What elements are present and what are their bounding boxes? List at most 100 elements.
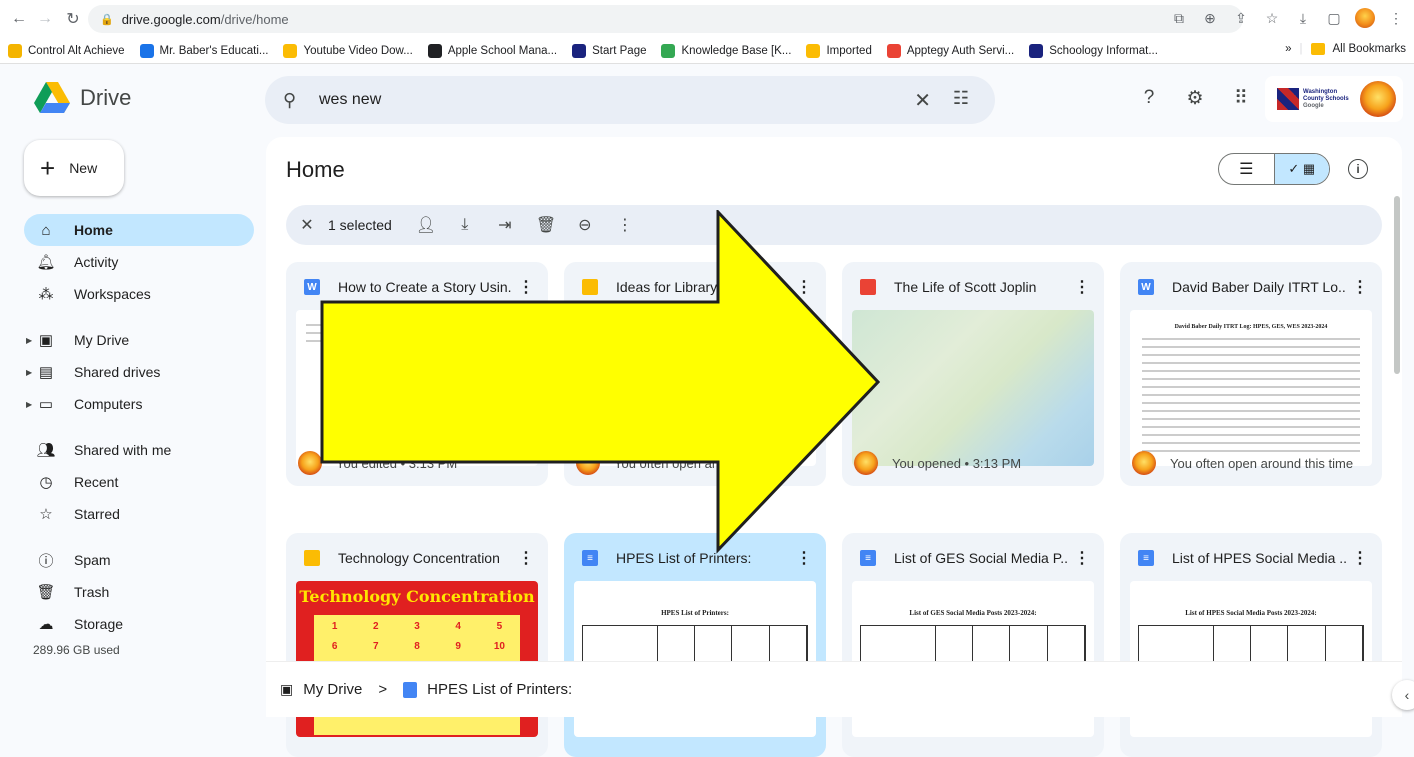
bookmark-label: Apptegy Auth Servi... bbox=[906, 44, 1015, 57]
shared-drives-icon: ▤ bbox=[38, 364, 54, 381]
search-icon[interactable]: ⚲ bbox=[283, 90, 305, 111]
user-avatar[interactable] bbox=[1360, 81, 1396, 117]
file-card[interactable]: W David Baber Daily ITRT Lo... ⋮ David Bab… bbox=[1120, 262, 1382, 486]
install-app-icon[interactable]: ⧉ bbox=[1169, 8, 1189, 28]
share-icon[interactable]: ⇪ bbox=[1231, 8, 1251, 28]
reload-icon[interactable]: ↻ bbox=[62, 8, 84, 30]
more-options-icon[interactable]: ⋮ bbox=[1074, 277, 1090, 297]
file-card[interactable]: ≡ List of HPES Social Media ... ⋮ List of … bbox=[1120, 533, 1382, 757]
word-doc-icon: W bbox=[1138, 279, 1154, 295]
search-bar[interactable]: ⚲ wes new ✕ ☷ bbox=[265, 76, 995, 124]
share-user-icon[interactable]: 👤︎ bbox=[416, 215, 436, 235]
trash-icon[interactable]: 🗑︎ bbox=[536, 215, 556, 235]
sidebar-item-workspaces[interactable]: ⁂ Workspaces bbox=[24, 278, 254, 310]
file-card[interactable]: Ideas for Library ⋮ You often open around… bbox=[564, 262, 826, 486]
list-view-icon[interactable]: ☰ bbox=[1219, 154, 1274, 184]
bookmark-item[interactable]: Start Page bbox=[572, 43, 646, 58]
sidebar-item-spam[interactable]: ⓘ Spam bbox=[24, 544, 254, 576]
link-icon[interactable]: ⊖ bbox=[576, 215, 594, 235]
settings-gear-icon[interactable]: ⚙ bbox=[1183, 86, 1207, 110]
map-file-icon bbox=[860, 279, 876, 295]
more-bookmarks-icon[interactable]: » bbox=[1285, 43, 1291, 55]
download-icon[interactable]: ⤓ bbox=[456, 216, 474, 234]
bookmark-item[interactable]: Imported bbox=[806, 43, 872, 58]
browser-menu-icon[interactable]: ⋮ bbox=[1386, 8, 1406, 28]
more-options-icon[interactable]: ⋮ bbox=[1074, 548, 1090, 568]
computer-icon: ▭ bbox=[38, 396, 54, 413]
bookmark-label: Imported bbox=[826, 44, 872, 57]
forward-icon[interactable]: → bbox=[34, 8, 56, 30]
info-icon[interactable]: i bbox=[1348, 159, 1368, 179]
more-options-icon[interactable]: ⋮ bbox=[518, 548, 534, 568]
downloads-icon[interactable]: ⤓ bbox=[1293, 8, 1313, 28]
bookmark-star-icon[interactable]: ☆ bbox=[1262, 8, 1282, 28]
expand-caret-icon[interactable]: ▶ bbox=[26, 336, 32, 345]
address-bar[interactable]: 🔒 drive.google.com/drive/home bbox=[88, 5, 1243, 33]
bookmark-item[interactable]: Schoology Informat... bbox=[1029, 43, 1158, 58]
url-host: drive.google.com bbox=[121, 11, 221, 27]
bookmarks-bar: Control Alt Achieve Mr. Baber's Educati..… bbox=[0, 38, 1414, 64]
zoom-icon[interactable]: ⊕ bbox=[1200, 8, 1220, 28]
sidebar-item-starred[interactable]: ☆ Starred bbox=[24, 498, 254, 530]
browser-profile-avatar[interactable] bbox=[1355, 8, 1375, 28]
view-toggle[interactable]: ☰ ✓ ▦ bbox=[1218, 153, 1330, 185]
bookmark-item[interactable]: Youtube Video Dow... bbox=[283, 43, 413, 58]
sidebar-item-home[interactable]: ⌂ Home bbox=[24, 214, 254, 246]
sidebar-item-my-drive[interactable]: ▶ ▣ My Drive bbox=[24, 324, 254, 356]
all-bookmarks-label[interactable]: All Bookmarks bbox=[1333, 43, 1407, 55]
search-options-icon[interactable]: ☷ bbox=[953, 88, 969, 109]
help-icon[interactable]: ? bbox=[1137, 86, 1161, 110]
apps-grid-icon[interactable]: ⠿ bbox=[1229, 86, 1253, 110]
bookmark-item[interactable]: Knowledge Base [K... bbox=[661, 43, 791, 58]
search-input[interactable]: wes new bbox=[319, 91, 381, 109]
file-card-selected[interactable]: ≡ HPES List of Printers: ⋮ HPES List of Pr… bbox=[564, 533, 826, 757]
drive-logo[interactable]: Drive bbox=[34, 80, 131, 116]
more-actions-icon[interactable]: ⋮ bbox=[616, 215, 634, 235]
scrollbar[interactable] bbox=[1394, 196, 1400, 374]
collapse-panel-icon[interactable]: ‹ bbox=[1392, 680, 1414, 710]
sidebar-item-storage[interactable]: ☁ Storage bbox=[24, 608, 254, 640]
sidebar-item-recent[interactable]: ◷ Recent bbox=[24, 466, 254, 498]
sidebar-item-shared-drives[interactable]: ▶ ▤ Shared drives bbox=[24, 356, 254, 388]
expand-caret-icon[interactable]: ▶ bbox=[26, 400, 32, 409]
back-icon[interactable]: ← bbox=[8, 8, 30, 30]
sidebar-item-trash[interactable]: 🗑︎ Trash bbox=[24, 576, 254, 608]
more-options-icon[interactable]: ⋮ bbox=[518, 277, 534, 297]
grid-number: 9 bbox=[455, 641, 461, 652]
bookmark-item[interactable]: Mr. Baber's Educati... bbox=[139, 43, 268, 58]
grid-number: 4 bbox=[455, 621, 461, 632]
file-card[interactable]: Technology Concentration ⋮ Technology Con… bbox=[286, 533, 548, 757]
bookmark-item[interactable]: Apptegy Auth Servi... bbox=[886, 43, 1015, 58]
download-site-icon bbox=[283, 43, 298, 58]
sidebar-item-computers[interactable]: ▶ ▭ Computers bbox=[24, 388, 254, 420]
move-icon[interactable]: ⇥ bbox=[496, 215, 514, 235]
bookmark-item[interactable]: Control Alt Achieve bbox=[8, 43, 125, 58]
sidebar-item-label: Shared drives bbox=[74, 364, 161, 380]
sidebar-item-shared-with-me[interactable]: 👥︎ Shared with me bbox=[24, 434, 254, 466]
file-thumbnail bbox=[574, 310, 816, 466]
clear-search-icon[interactable]: ✕ bbox=[914, 88, 931, 113]
account-switcher[interactable]: Washington County Schools Google bbox=[1265, 76, 1403, 122]
breadcrumb-root[interactable]: My Drive bbox=[303, 681, 362, 698]
bookmark-item[interactable]: Apple School Mana... bbox=[427, 43, 558, 58]
clear-selection-icon[interactable]: ✕ bbox=[298, 215, 316, 235]
breadcrumb-current[interactable]: HPES List of Printers: bbox=[427, 681, 572, 698]
file-card[interactable]: W How to Create a Story Usin... ⋮ You edit… bbox=[286, 262, 548, 486]
more-options-icon[interactable]: ⋮ bbox=[796, 548, 812, 568]
grid-view-icon[interactable]: ✓ ▦ bbox=[1273, 154, 1329, 184]
more-options-icon[interactable]: ⋮ bbox=[796, 277, 812, 297]
expand-caret-icon[interactable]: ▶ bbox=[26, 368, 32, 377]
new-button[interactable]: + New bbox=[24, 140, 124, 196]
grid-number: 7 bbox=[373, 641, 379, 652]
file-card[interactable]: ≡ List of GES Social Media P... ⋮ List of … bbox=[842, 533, 1104, 757]
sidebar-item-activity[interactable]: 🔔︎ Activity bbox=[24, 246, 254, 278]
grid-number: 1 bbox=[331, 621, 338, 632]
bookmark-label: Apple School Mana... bbox=[447, 44, 558, 57]
sidebar-item-label: Starred bbox=[74, 506, 120, 522]
sidebar-item-label: Spam bbox=[74, 552, 111, 568]
more-options-icon[interactable]: ⋮ bbox=[1352, 548, 1368, 568]
breadcrumb: ▣ My Drive > HPES List of Printers: bbox=[266, 661, 1402, 717]
file-card[interactable]: The Life of Scott Joplin ⋮ You opened • 3… bbox=[842, 262, 1104, 486]
side-panel-icon[interactable]: ▢ bbox=[1324, 8, 1344, 28]
more-options-icon[interactable]: ⋮ bbox=[1352, 277, 1368, 297]
